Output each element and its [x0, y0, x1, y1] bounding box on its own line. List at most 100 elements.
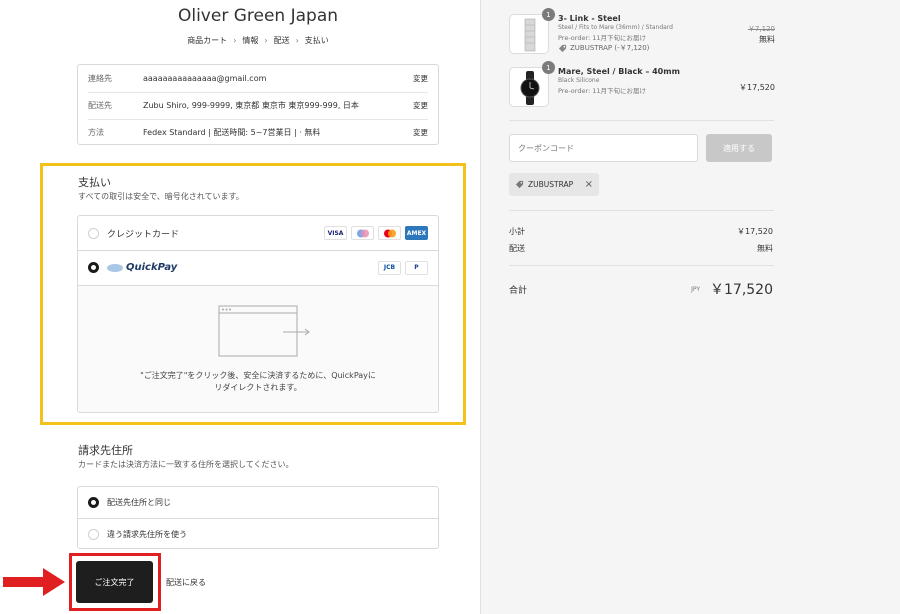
review-label: 配送先: [88, 101, 112, 110]
review-box: 連絡先 aaaaaaaaaaaaaaa@gmail.com 変更 配送先 Zub…: [77, 64, 439, 145]
change-method-link[interactable]: 変更: [413, 127, 428, 138]
browser-redirect-icon: [218, 305, 310, 357]
billing-title: 請求先住所: [78, 444, 133, 457]
subtotal-label: 小計: [509, 227, 525, 236]
shipping-row: 配送 無料: [509, 243, 773, 254]
order-item: 1 3- Link - Steel Steel / Fits to Mare (…: [509, 8, 775, 54]
billing-different-label: 違う請求先住所を使う: [107, 529, 187, 539]
quantity-badge: 1: [542, 8, 555, 21]
radio-credit-card[interactable]: [88, 227, 99, 239]
billing-option-same[interactable]: 配送先住所と同じ: [78, 487, 438, 518]
review-label: 連絡先: [88, 73, 112, 83]
applied-coupon-code: ZUBUSTRAP: [528, 180, 574, 189]
product-variant: Black Silicone: [558, 77, 600, 84]
review-row-method: 方法 Fedex Standard | 配送時間: 5~7営業日 | · 無料 …: [88, 119, 428, 145]
quickpay-oval-icon: [107, 263, 123, 272]
discounted-price: 無料: [759, 35, 775, 44]
review-value: aaaaaaaaaaaaaaa@gmail.com: [143, 73, 267, 83]
quickpay-card-logos: JCB P: [378, 260, 428, 275]
billing-subtitle: カードまたは決済方法に一致する住所を選択してください。: [78, 460, 294, 469]
product-info: 3- Link - Steel Steel / Fits to Mare (36…: [558, 14, 728, 53]
product-price: ￥7,120 無料: [748, 24, 775, 45]
billing-same-label: 配送先住所と同じ: [107, 498, 171, 507]
tag-icon: [558, 44, 567, 52]
breadcrumb-payment: 支払い: [304, 36, 329, 45]
billing-option-different[interactable]: 違う請求先住所を使う: [78, 518, 438, 549]
product-thumbnail: 1: [509, 8, 555, 54]
total-row: 合計 JPY ￥17,520: [509, 279, 773, 299]
chevron-right-icon: ›: [264, 36, 268, 45]
breadcrumb-info[interactable]: 情報: [242, 36, 258, 45]
shipping-value: 無料: [757, 244, 773, 253]
divider: [509, 265, 774, 266]
quickpay-logo: QuickPay: [107, 262, 177, 273]
red-arrow-icon: [3, 568, 65, 596]
redirect-text-line1: "ご注文完了"をクリック後、安全に決済するために、QuickPayに: [140, 371, 376, 380]
discount-label: ZUBUSTRAP (-￥7,120): [570, 44, 650, 52]
breadcrumb: 商品カート › 情報 › 配送 › 支払い: [78, 35, 438, 46]
shipping-label: 配送: [509, 244, 525, 253]
redirect-text-line2: リダイレクトされます。: [214, 383, 302, 392]
paypal-icon: P: [405, 260, 428, 275]
product-preorder: Pre-order: 11月下旬にお届け: [558, 34, 647, 42]
review-row-ship-to: 配送先 Zubu Shiro, 999-9999, 東京都 東京市 東京999-…: [88, 92, 428, 118]
product-info: Mare, Steel / Black – 40mm Black Silicon…: [558, 67, 728, 95]
review-label: 方法: [88, 128, 104, 137]
product-name: 3- Link - Steel: [558, 14, 621, 23]
chevron-right-icon: ›: [295, 36, 299, 45]
quickpay-label: QuickPay: [126, 262, 178, 273]
watch-icon: [520, 71, 540, 105]
return-to-shipping-link[interactable]: 配送に戻る: [166, 577, 206, 588]
original-price: ￥7,120: [747, 25, 775, 33]
credit-card-label: クレジットカード: [107, 229, 180, 240]
coupon-input[interactable]: クーポンコード: [509, 134, 698, 162]
review-value: Zubu Shiro, 999-9999, 東京都 東京市 東京999-999,…: [143, 101, 359, 110]
review-value: Fedex Standard | 配送時間: 5~7営業日 | · 無料: [143, 128, 321, 137]
currency-code: JPY: [691, 285, 700, 293]
order-item: 1 Mare, Steel / Black – 40mm Black Silic…: [509, 61, 775, 107]
breadcrumb-shipping[interactable]: 配送: [274, 36, 290, 45]
quantity-badge: 1: [542, 61, 555, 74]
mastercard-icon: [378, 226, 401, 240]
chevron-right-icon: ›: [233, 36, 237, 45]
visa-icon: VISA: [324, 226, 347, 240]
product-thumbnail: 1: [509, 61, 555, 107]
radio-quickpay[interactable]: [88, 262, 99, 273]
redirect-text: "ご注文完了"をクリック後、安全に決済するために、QuickPayに リダイレク…: [98, 370, 418, 394]
change-address-link[interactable]: 変更: [413, 100, 428, 111]
divider: [509, 120, 774, 121]
review-row-contact: 連絡先 aaaaaaaaaaaaaaa@gmail.com 変更: [88, 65, 428, 91]
shop-name[interactable]: Oliver Green Japan: [78, 6, 438, 26]
product-discount: ZUBUSTRAP (-￥7,120): [558, 43, 728, 53]
product-price: ￥17,520: [739, 83, 775, 92]
payment-option-quickpay[interactable]: QuickPay JCB P: [78, 250, 438, 284]
product-variant: Steel / Fits to Mare (36mm) / Standard: [558, 24, 673, 31]
remove-coupon-icon[interactable]: ×: [585, 179, 593, 190]
billing-options: 配送先住所と同じ 違う請求先住所を使う: [77, 486, 439, 549]
total-label: 合計: [509, 285, 528, 296]
product-preorder: Pre-order: 11月下旬にお届け: [558, 87, 647, 95]
subtotal-value: ￥17,520: [737, 227, 773, 236]
card-logos: VISA AMEX: [324, 226, 428, 240]
total-value: ￥17,520: [710, 282, 773, 298]
checkout-main: Oliver Green Japan 商品カート › 情報 › 配送 › 支払い 連絡先 a…: [0, 0, 480, 614]
change-contact-link[interactable]: 変更: [413, 73, 428, 84]
watch-strap-icon: [524, 18, 536, 52]
payment-options: クレジットカード VISA AMEX QuickPay JCB P "ご注文完了…: [77, 215, 439, 413]
amex-icon: AMEX: [405, 226, 428, 240]
jcb-icon: JCB: [378, 260, 401, 275]
divider: [509, 210, 774, 211]
complete-order-button[interactable]: ご注文完了: [76, 561, 153, 603]
breadcrumb-cart[interactable]: 商品カート: [187, 36, 227, 45]
radio-billing-different[interactable]: [88, 528, 99, 540]
product-name: Mare, Steel / Black – 40mm: [558, 67, 680, 76]
redirect-panel: "ご注文完了"をクリック後、安全に決済するために、QuickPayに リダイレク…: [78, 285, 438, 412]
mastercard-icon: [351, 226, 374, 240]
radio-billing-same[interactable]: [88, 497, 99, 508]
tag-icon: [515, 180, 524, 189]
subtotal-row: 小計 ￥17,520: [509, 226, 773, 237]
payment-option-credit-card[interactable]: クレジットカード VISA AMEX: [78, 216, 438, 250]
payment-subtitle: すべての取引は安全で、暗号化されています。: [78, 192, 244, 201]
payment-title: 支払い: [78, 176, 111, 189]
apply-coupon-button[interactable]: 適用する: [706, 134, 772, 162]
